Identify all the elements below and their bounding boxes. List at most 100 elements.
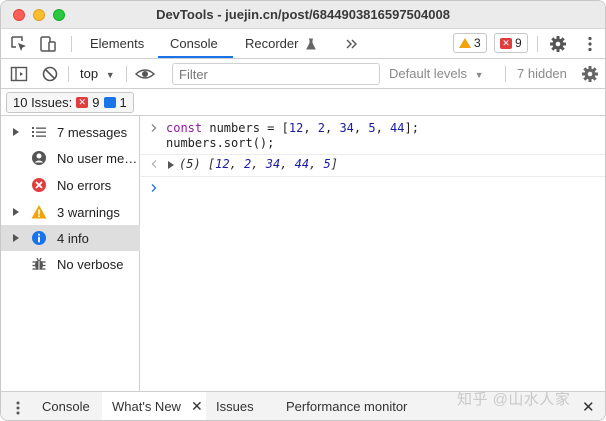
drawer-tab-performance-monitor[interactable]: Performance monitor bbox=[286, 399, 407, 414]
sidebar-item-verbose[interactable]: No verbose bbox=[1, 251, 140, 277]
panel-tab-bar: Elements Console Recorder 3 ✕ 9 bbox=[1, 29, 605, 59]
console-input-line: numbers.sort(); bbox=[166, 136, 275, 150]
tab-recorder[interactable]: Recorder bbox=[245, 36, 298, 51]
caret-down-icon: ▼ bbox=[105, 70, 115, 80]
entry-divider bbox=[141, 154, 605, 155]
prompt-chevron-icon bbox=[151, 184, 157, 192]
issues-error-count: 9 bbox=[92, 95, 100, 110]
array-value: 34 bbox=[265, 157, 281, 171]
error-icon: ✕ bbox=[500, 37, 512, 49]
clear-console-icon[interactable] bbox=[41, 65, 59, 83]
console-prompt-input[interactable] bbox=[166, 178, 596, 198]
sidebar-item-label: No verbose bbox=[57, 257, 124, 272]
title-bar: DevTools - juejin.cn/post/68449038165975… bbox=[1, 1, 605, 29]
sidebar-item-info[interactable]: 4 info bbox=[1, 225, 140, 251]
sidebar-item-messages[interactable]: 7 messages bbox=[1, 119, 140, 145]
return-value-chevron-icon bbox=[151, 160, 157, 168]
expand-arrow-icon[interactable] bbox=[13, 234, 19, 242]
sidebar-item-label: 4 info bbox=[57, 231, 89, 246]
warnings-badge[interactable]: 3 bbox=[453, 33, 487, 53]
sidebar-toggle-icon[interactable] bbox=[10, 65, 28, 83]
settings-gear-icon[interactable] bbox=[549, 35, 567, 53]
array-value: 2 bbox=[244, 157, 252, 171]
error-icon: ✕ bbox=[76, 97, 89, 108]
live-expression-eye-icon[interactable] bbox=[135, 65, 155, 83]
console-toolbar: top ▼ Default levels ▼ 7 hidden bbox=[1, 59, 605, 89]
devtools-window: DevTools - juejin.cn/post/68449038165975… bbox=[0, 0, 606, 421]
errors-badge[interactable]: ✕ 9 bbox=[494, 33, 528, 53]
console-output: const numbers = [12, 2, 34, 5, 44]; numb… bbox=[141, 116, 605, 391]
warnings-count: 3 bbox=[474, 36, 481, 50]
array-value: 12 bbox=[215, 157, 230, 171]
entry-divider bbox=[141, 176, 605, 177]
watermark: 知乎 @山水人家 bbox=[457, 391, 571, 408]
issues-button[interactable]: 10 Issues: ✕ 9 1 bbox=[6, 92, 134, 113]
sidebar-item-user-messages[interactable]: No user messages bbox=[1, 145, 140, 171]
code-number: 2 bbox=[317, 121, 325, 135]
tab-console[interactable]: Console bbox=[170, 36, 218, 51]
log-levels-label: Default levels bbox=[389, 66, 468, 81]
code-number: 5 bbox=[368, 121, 376, 135]
sidebar-item-errors[interactable]: No errors bbox=[1, 172, 140, 198]
warning-icon bbox=[31, 205, 47, 219]
console-sidebar: 7 messages No user messages No errors bbox=[1, 116, 140, 391]
inspect-element-icon[interactable] bbox=[10, 35, 28, 53]
code-number: 44 bbox=[390, 121, 405, 135]
expand-arrow-icon[interactable] bbox=[13, 208, 19, 216]
sidebar-item-label: 3 warnings bbox=[57, 205, 120, 220]
double-chevron-right-icon[interactable] bbox=[345, 37, 359, 51]
drawer-tab-console[interactable]: Console bbox=[42, 399, 90, 414]
sidebar-item-label: No user messages bbox=[57, 151, 139, 166]
code-number: 34 bbox=[339, 121, 354, 135]
info-message-icon bbox=[103, 97, 116, 108]
drawer-menu-icon[interactable] bbox=[13, 400, 23, 416]
code-variable: numbers bbox=[209, 121, 260, 135]
code-number: 12 bbox=[288, 121, 304, 135]
log-levels-dropdown[interactable]: Default levels ▼ bbox=[389, 66, 484, 81]
close-drawer-icon[interactable]: ✕ bbox=[582, 398, 595, 416]
sidebar-item-warnings[interactable]: 3 warnings bbox=[1, 199, 140, 225]
issues-info-count: 1 bbox=[119, 95, 127, 110]
expand-arrow-icon[interactable] bbox=[13, 128, 19, 136]
info-icon bbox=[32, 231, 46, 245]
device-toolbar-icon[interactable] bbox=[39, 35, 57, 53]
errors-count: 9 bbox=[515, 36, 522, 50]
issues-bar: 10 Issues: ✕ 9 1 bbox=[1, 89, 605, 116]
sidebar-item-label: 7 messages bbox=[57, 125, 128, 140]
bug-icon bbox=[32, 257, 46, 270]
active-tab-indicator bbox=[158, 56, 233, 58]
filter-input[interactable] bbox=[172, 63, 380, 85]
warning-icon bbox=[459, 38, 471, 48]
console-settings-gear-icon[interactable] bbox=[581, 65, 599, 83]
tabbar-divider bbox=[537, 36, 538, 52]
user-icon bbox=[32, 151, 46, 165]
issues-label: 10 Issues: bbox=[13, 95, 73, 110]
sidebar-item-label: No errors bbox=[57, 178, 112, 193]
context-selector[interactable]: top ▼ bbox=[80, 66, 115, 81]
hidden-count: 7 hidden bbox=[517, 66, 567, 81]
caret-down-icon: ▼ bbox=[474, 70, 484, 80]
tab-elements[interactable]: Elements bbox=[90, 36, 144, 51]
toolbar-divider bbox=[68, 66, 69, 82]
console-input-line: const numbers = [12, 2, 34, 5, 44]; bbox=[166, 121, 419, 135]
code-operator: = bbox=[267, 121, 275, 135]
toolbar-divider bbox=[505, 66, 506, 82]
close-tab-icon[interactable]: ✕ bbox=[191, 398, 203, 415]
drawer-tab-issues[interactable]: Issues bbox=[216, 399, 254, 414]
list-icon bbox=[32, 127, 46, 137]
drawer-tab-whats-new-label[interactable]: What's New bbox=[112, 399, 181, 414]
window-title: DevTools - juejin.cn/post/68449038165975… bbox=[156, 7, 450, 22]
toolbar-divider bbox=[126, 66, 127, 82]
tabbar-divider bbox=[71, 36, 72, 52]
code-keyword: const bbox=[166, 121, 203, 135]
error-icon bbox=[32, 178, 46, 192]
console-result[interactable]: (5) [12, 2, 34, 44, 5] bbox=[179, 157, 338, 171]
input-chevron-icon bbox=[151, 124, 157, 132]
flask-icon bbox=[306, 38, 316, 50]
expand-result-arrow-icon[interactable] bbox=[168, 161, 174, 169]
more-options-icon[interactable] bbox=[581, 35, 599, 53]
array-length: (5) bbox=[179, 157, 201, 171]
array-value: 44 bbox=[294, 157, 310, 171]
context-value: top bbox=[80, 66, 99, 81]
array-value: 5 bbox=[323, 157, 331, 171]
